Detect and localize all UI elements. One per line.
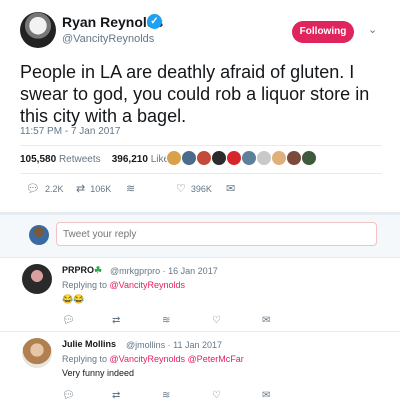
divider xyxy=(20,145,382,146)
tweet-text: People in LA are deathly afraid of glute… xyxy=(20,62,370,126)
envelope-icon: ✉ xyxy=(226,183,236,195)
replying-to: Replying to @VancityReynolds xyxy=(62,280,185,290)
reply-icon: 💬︎ xyxy=(26,183,40,195)
retweet-button[interactable]: ⇄ 106K xyxy=(76,183,111,195)
reply-button[interactable]: 💬︎ 2.2K xyxy=(26,183,63,195)
retweets-count[interactable]: 105,580 xyxy=(20,154,56,165)
main-tweet: Ryan Reynolds ✓ @VancityReynolds Followi… xyxy=(0,0,400,212)
liker-avatar[interactable] xyxy=(286,150,302,166)
reply-text: 😂😂 xyxy=(62,294,85,304)
author-handle[interactable]: @VancityReynolds xyxy=(62,33,154,45)
like-button[interactable]: ♡ 396K xyxy=(176,183,212,195)
reply-author-name[interactable]: Julie Mollins xyxy=(62,339,116,349)
chevron-down-icon[interactable]: ⌄ xyxy=(368,23,377,36)
liker-avatar[interactable] xyxy=(241,150,257,166)
divider xyxy=(20,173,382,174)
retweet-count: 106K xyxy=(90,184,112,194)
reply-icon[interactable]: 💬︎ xyxy=(62,390,75,401)
mention-link[interactable]: @VancityReynolds @PeterMcFar xyxy=(110,354,244,364)
reply-actions: 💬︎ ⇄ ≋ ♡ ✉ xyxy=(62,390,362,402)
tweet-timestamp[interactable]: 11:57 PM - 7 Jan 2017 xyxy=(20,126,120,137)
liker-avatar[interactable] xyxy=(196,150,212,166)
reply-input[interactable] xyxy=(56,222,377,246)
reply-text: Very funny indeed xyxy=(62,368,135,378)
reply-count: 2.2K xyxy=(44,184,64,194)
stack-icon[interactable]: ≋ xyxy=(162,315,170,326)
reply-item[interactable]: PRPRO☘ @mrkgprpro · 16 Jan 2017 Replying… xyxy=(0,258,400,331)
current-user-avatar[interactable] xyxy=(29,225,49,245)
liker-avatar[interactable] xyxy=(181,150,197,166)
likes-count[interactable]: 396,210 xyxy=(112,154,148,165)
retweet-icon: ⇄ xyxy=(76,183,86,195)
liker-avatar[interactable] xyxy=(271,150,287,166)
author-avatar[interactable] xyxy=(20,12,56,48)
reply-avatar[interactable] xyxy=(22,264,52,294)
stack-button[interactable]: ≋ xyxy=(126,183,135,195)
reply-meta: @mrkgprpro · 16 Jan 2017 xyxy=(110,266,218,276)
reply-item[interactable]: Julie Mollins @jmollins · 11 Jan 2017 Re… xyxy=(0,332,400,405)
shamrock-icon: ☘ xyxy=(94,265,103,275)
envelope-icon[interactable]: ✉ xyxy=(262,315,270,326)
reply-author-name[interactable]: PRPRO☘ xyxy=(62,265,102,276)
liker-avatar[interactable] xyxy=(211,150,227,166)
reply-date[interactable]: 11 Jan 2017 xyxy=(173,340,222,350)
replying-to-label: Replying to xyxy=(62,280,108,290)
replying-to: Replying to @VancityReynolds @PeterMcFar xyxy=(62,354,244,364)
reply-handle[interactable]: @jmollins xyxy=(126,340,165,350)
tweet-stats: 105,580 Retweets 396,210 Likes xyxy=(20,154,174,168)
liker-avatar[interactable] xyxy=(166,150,182,166)
envelope-icon[interactable]: ✉ xyxy=(262,390,270,401)
heart-icon: ♡ xyxy=(176,183,186,195)
verified-badge-icon: ✓ xyxy=(147,14,162,29)
reply-composer xyxy=(0,215,400,257)
retweets-label[interactable]: Retweets xyxy=(59,154,101,165)
replying-to-label: Replying to xyxy=(62,354,108,364)
liker-avatars[interactable] xyxy=(166,150,317,168)
liker-avatar[interactable] xyxy=(226,150,242,166)
retweet-icon[interactable]: ⇄ xyxy=(112,390,120,401)
reply-handle[interactable]: @mrkgprpro xyxy=(110,266,160,276)
stack-icon[interactable]: ≋ xyxy=(162,390,170,401)
reply-avatar[interactable] xyxy=(22,338,52,368)
reply-date[interactable]: 16 Jan 2017 xyxy=(168,266,218,276)
heart-icon[interactable]: ♡ xyxy=(212,390,221,401)
liker-avatar[interactable] xyxy=(301,150,317,166)
following-button[interactable]: Following xyxy=(292,21,354,43)
liker-avatar[interactable] xyxy=(256,150,272,166)
like-count: 396K xyxy=(190,184,212,194)
message-button[interactable]: ✉ xyxy=(226,183,235,195)
heart-icon[interactable]: ♡ xyxy=(212,315,221,326)
stack-icon: ≋ xyxy=(126,183,136,195)
retweet-icon[interactable]: ⇄ xyxy=(112,315,120,326)
tweet-actions: 💬︎ 2.2K ⇄ 106K ≋ ♡ 396K ✉ xyxy=(26,183,386,197)
reply-author-name-text: PRPRO xyxy=(62,265,95,275)
reply-icon[interactable]: 💬︎ xyxy=(62,315,75,326)
reply-actions: 💬︎ ⇄ ≋ ♡ ✉ xyxy=(62,315,362,327)
mention-link[interactable]: @VancityReynolds xyxy=(110,280,186,290)
reply-meta: @jmollins · 11 Jan 2017 xyxy=(126,340,223,350)
